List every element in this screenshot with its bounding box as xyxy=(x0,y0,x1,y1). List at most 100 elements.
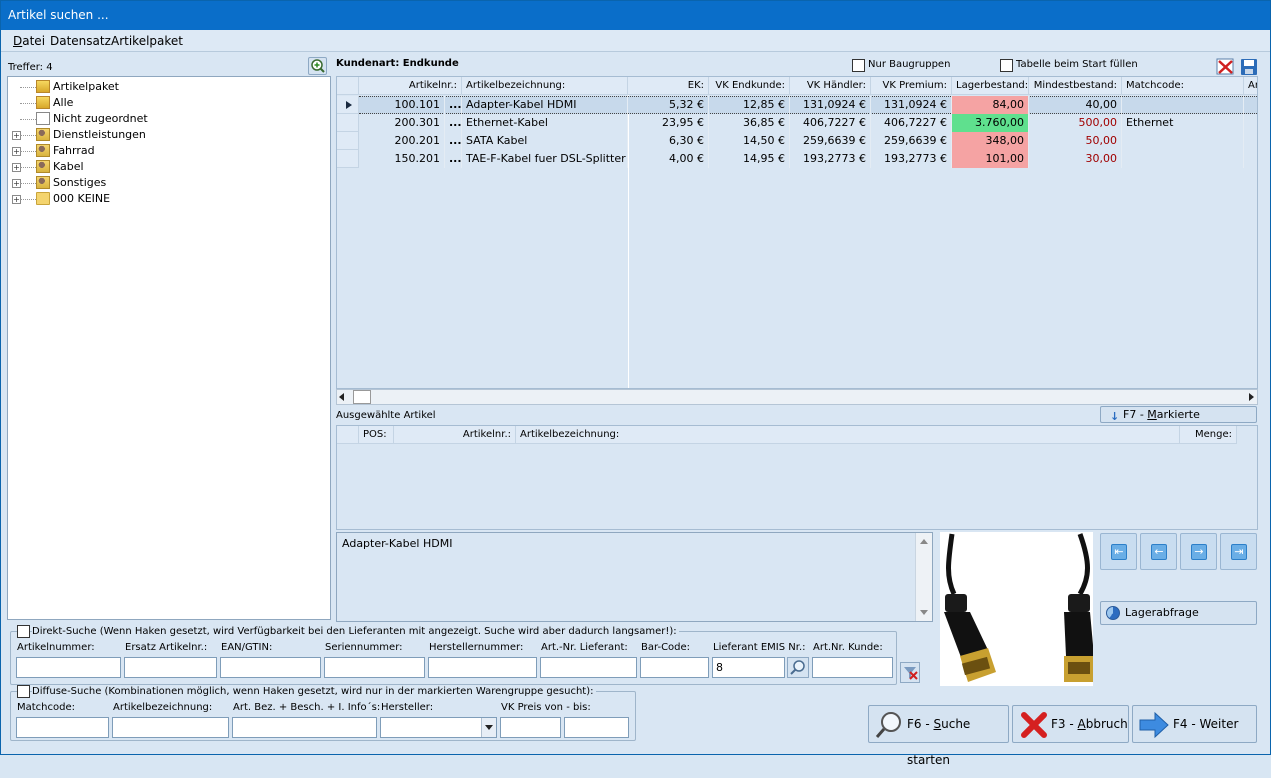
clear-search-button[interactable] xyxy=(900,662,920,683)
col-header-pos[interactable]: POS: xyxy=(359,426,394,444)
artikelnummer-input[interactable] xyxy=(16,657,121,678)
article-description[interactable]: Adapter-Kabel HDMI xyxy=(336,532,933,622)
artikelbezeichnung-input[interactable] xyxy=(112,717,229,738)
ersatz-artikelnr-input[interactable] xyxy=(124,657,217,678)
save-layout-button[interactable] xyxy=(1240,57,1258,76)
menu-datei[interactable]: Datei xyxy=(13,34,45,48)
bar-code-input[interactable] xyxy=(640,657,709,678)
last-record-button[interactable]: ⇥ xyxy=(1220,533,1257,570)
lieferant-emis-input[interactable]: 8 xyxy=(712,657,785,678)
col-header-vk-premium[interactable]: VK Premium: xyxy=(871,77,952,95)
col-header-ek[interactable]: EK: xyxy=(628,77,709,95)
hersteller-select[interactable] xyxy=(380,717,497,738)
selected-articles-grid[interactable]: POS: Artikelnr.: Artikelbezeichnung: Men… xyxy=(336,425,1258,530)
cell-ek: 4,00 € xyxy=(628,150,709,168)
cell-matchcode: Ethernet xyxy=(1122,114,1244,132)
hit-count: Treffer: 4 xyxy=(8,62,53,73)
article-grid[interactable]: Artikelnr.: Artikelbezeichnung: EK: VK E… xyxy=(336,76,1258,389)
col-header-sel-artikelnr[interactable]: Artikelnr.: xyxy=(394,426,516,444)
table-row[interactable]: 200.201 ... SATA Kabel 6,30 € 14,50 € 25… xyxy=(337,132,1257,150)
lagerabfrage-button[interactable]: Lagerabfrage xyxy=(1100,601,1257,625)
nur-baugruppen-checkbox[interactable] xyxy=(852,59,865,72)
col-header-more[interactable]: Ar xyxy=(1244,77,1257,95)
col-header-artikelbezeichnung[interactable]: Artikelbezeichnung: xyxy=(462,77,628,95)
col-header-matchcode[interactable]: Matchcode: xyxy=(1122,77,1244,95)
cell-dots-button[interactable]: ... xyxy=(445,150,462,168)
matchcode-input[interactable] xyxy=(16,717,109,738)
folder-icon xyxy=(36,96,50,109)
cell-artikelnr: 100.101 xyxy=(359,96,445,114)
cell-lagerbestand: 348,00 xyxy=(952,132,1029,150)
menu-datensatz[interactable]: Datensatz xyxy=(50,34,111,48)
last-icon: ⇥ xyxy=(1231,544,1247,560)
diffuse-suche-checkbox[interactable] xyxy=(17,685,30,698)
document-icon xyxy=(36,112,50,125)
zoom-tree-button[interactable] xyxy=(308,57,327,75)
next-record-button[interactable]: → xyxy=(1180,533,1217,570)
f6-suche-starten-button[interactable]: F6 - Suche starten xyxy=(868,705,1009,767)
clear-grid-button[interactable] xyxy=(1216,57,1235,76)
col-header-vk-haendler[interactable]: VK Händler: xyxy=(790,77,871,95)
description-scrollbar[interactable] xyxy=(915,533,932,621)
direkt-suche-title: Direkt-Suche (Wenn Haken gesetzt, wird V… xyxy=(32,626,679,637)
cell-mindestbestand: 500,00 xyxy=(1029,114,1122,132)
scroll-right-icon[interactable] xyxy=(1249,393,1254,401)
first-record-button[interactable]: ⇤ xyxy=(1100,533,1137,570)
cell-ek: 5,32 € xyxy=(628,96,709,114)
category-tree[interactable]: Artikelpaket Alle Nicht zugeordnet + Dien… xyxy=(7,76,331,620)
direkt-suche-checkbox[interactable] xyxy=(17,625,30,638)
cell-dots-button[interactable]: ... xyxy=(445,114,462,132)
menu-artikelpaket[interactable]: Artikelpaket xyxy=(111,34,183,48)
cell-matchcode xyxy=(1122,150,1244,168)
cell-dots-button[interactable]: ... xyxy=(445,96,462,114)
f4-weiter-button[interactable]: F4 - Weiter xyxy=(1132,705,1257,743)
art-nr-lieferant-input[interactable] xyxy=(540,657,637,678)
col-header-mindestbestand[interactable]: Mindestbestand: xyxy=(1029,77,1122,95)
cell-artikelnr: 150.201 xyxy=(359,150,445,168)
save-icon xyxy=(1241,59,1257,75)
row-selector[interactable] xyxy=(337,150,359,168)
selected-articles-title: Ausgewählte Artikel xyxy=(336,410,436,421)
col-header-sel-artikelbezeichnung[interactable]: Artikelbezeichnung: xyxy=(516,426,1180,444)
vk-preis-von-input[interactable] xyxy=(500,717,561,738)
art-bez-besch-input[interactable] xyxy=(232,717,377,738)
cell-vk-endkunde: 12,85 € xyxy=(709,96,790,114)
seriennummer-input[interactable] xyxy=(324,657,425,678)
product-image xyxy=(940,532,1094,686)
grid-horizontal-scrollbar[interactable] xyxy=(336,389,1258,405)
cell-dots-button[interactable]: ... xyxy=(445,132,462,150)
scroll-left-icon[interactable] xyxy=(339,393,344,401)
hersteller-label: Hersteller: xyxy=(381,702,434,713)
row-selector[interactable] xyxy=(337,96,359,114)
group-icon xyxy=(36,144,50,157)
cell-vk-endkunde: 36,85 € xyxy=(709,114,790,132)
window-title: Artikel suchen ... xyxy=(8,8,109,22)
art-nr-kunde-input[interactable] xyxy=(812,657,893,678)
previous-record-button[interactable]: ← xyxy=(1140,533,1177,570)
col-header-menge[interactable]: Menge: xyxy=(1180,426,1237,444)
table-row[interactable]: 100.101 ... Adapter-Kabel HDMI 5,32 € 12… xyxy=(337,96,1257,114)
cell-vk-haendler: 193,2773 € xyxy=(790,150,871,168)
cell-mindestbestand: 30,00 xyxy=(1029,150,1122,168)
table-row[interactable]: 200.301 ... Ethernet-Kabel 23,95 € 36,85… xyxy=(337,114,1257,132)
cell-artikelbezeichnung: TAE-F-Kabel fuer DSL-Splitter xyxy=(462,150,628,168)
f3-abbruch-button[interactable]: F3 - Abbruch xyxy=(1012,705,1129,743)
lieferant-search-button[interactable] xyxy=(787,657,809,678)
ean-input[interactable] xyxy=(220,657,321,678)
row-selector[interactable] xyxy=(337,132,359,150)
tabelle-fuellen-checkbox[interactable] xyxy=(1000,59,1013,72)
chevron-down-icon[interactable] xyxy=(481,718,496,737)
col-header-lagerbestand[interactable]: Lagerbestand: xyxy=(952,77,1029,95)
table-row[interactable]: 150.201 ... TAE-F-Kabel fuer DSL-Splitte… xyxy=(337,150,1257,168)
col-header-vk-endkunde[interactable]: VK Endkunde: xyxy=(709,77,790,95)
matchcode-label: Matchcode: xyxy=(17,702,75,713)
col-header-artikelnr[interactable]: Artikelnr.: xyxy=(359,77,462,95)
f7-markierte-button[interactable]: ↓ F7 - Markierte xyxy=(1100,406,1257,423)
artikelbezeichnung-label: Artikelbezeichnung: xyxy=(113,702,213,713)
search-icon xyxy=(790,660,805,675)
herstellernummer-input[interactable] xyxy=(428,657,537,678)
scroll-thumb[interactable] xyxy=(353,390,371,404)
vk-preis-bis-input[interactable] xyxy=(564,717,629,738)
cell-matchcode xyxy=(1122,96,1244,114)
row-selector[interactable] xyxy=(337,114,359,132)
